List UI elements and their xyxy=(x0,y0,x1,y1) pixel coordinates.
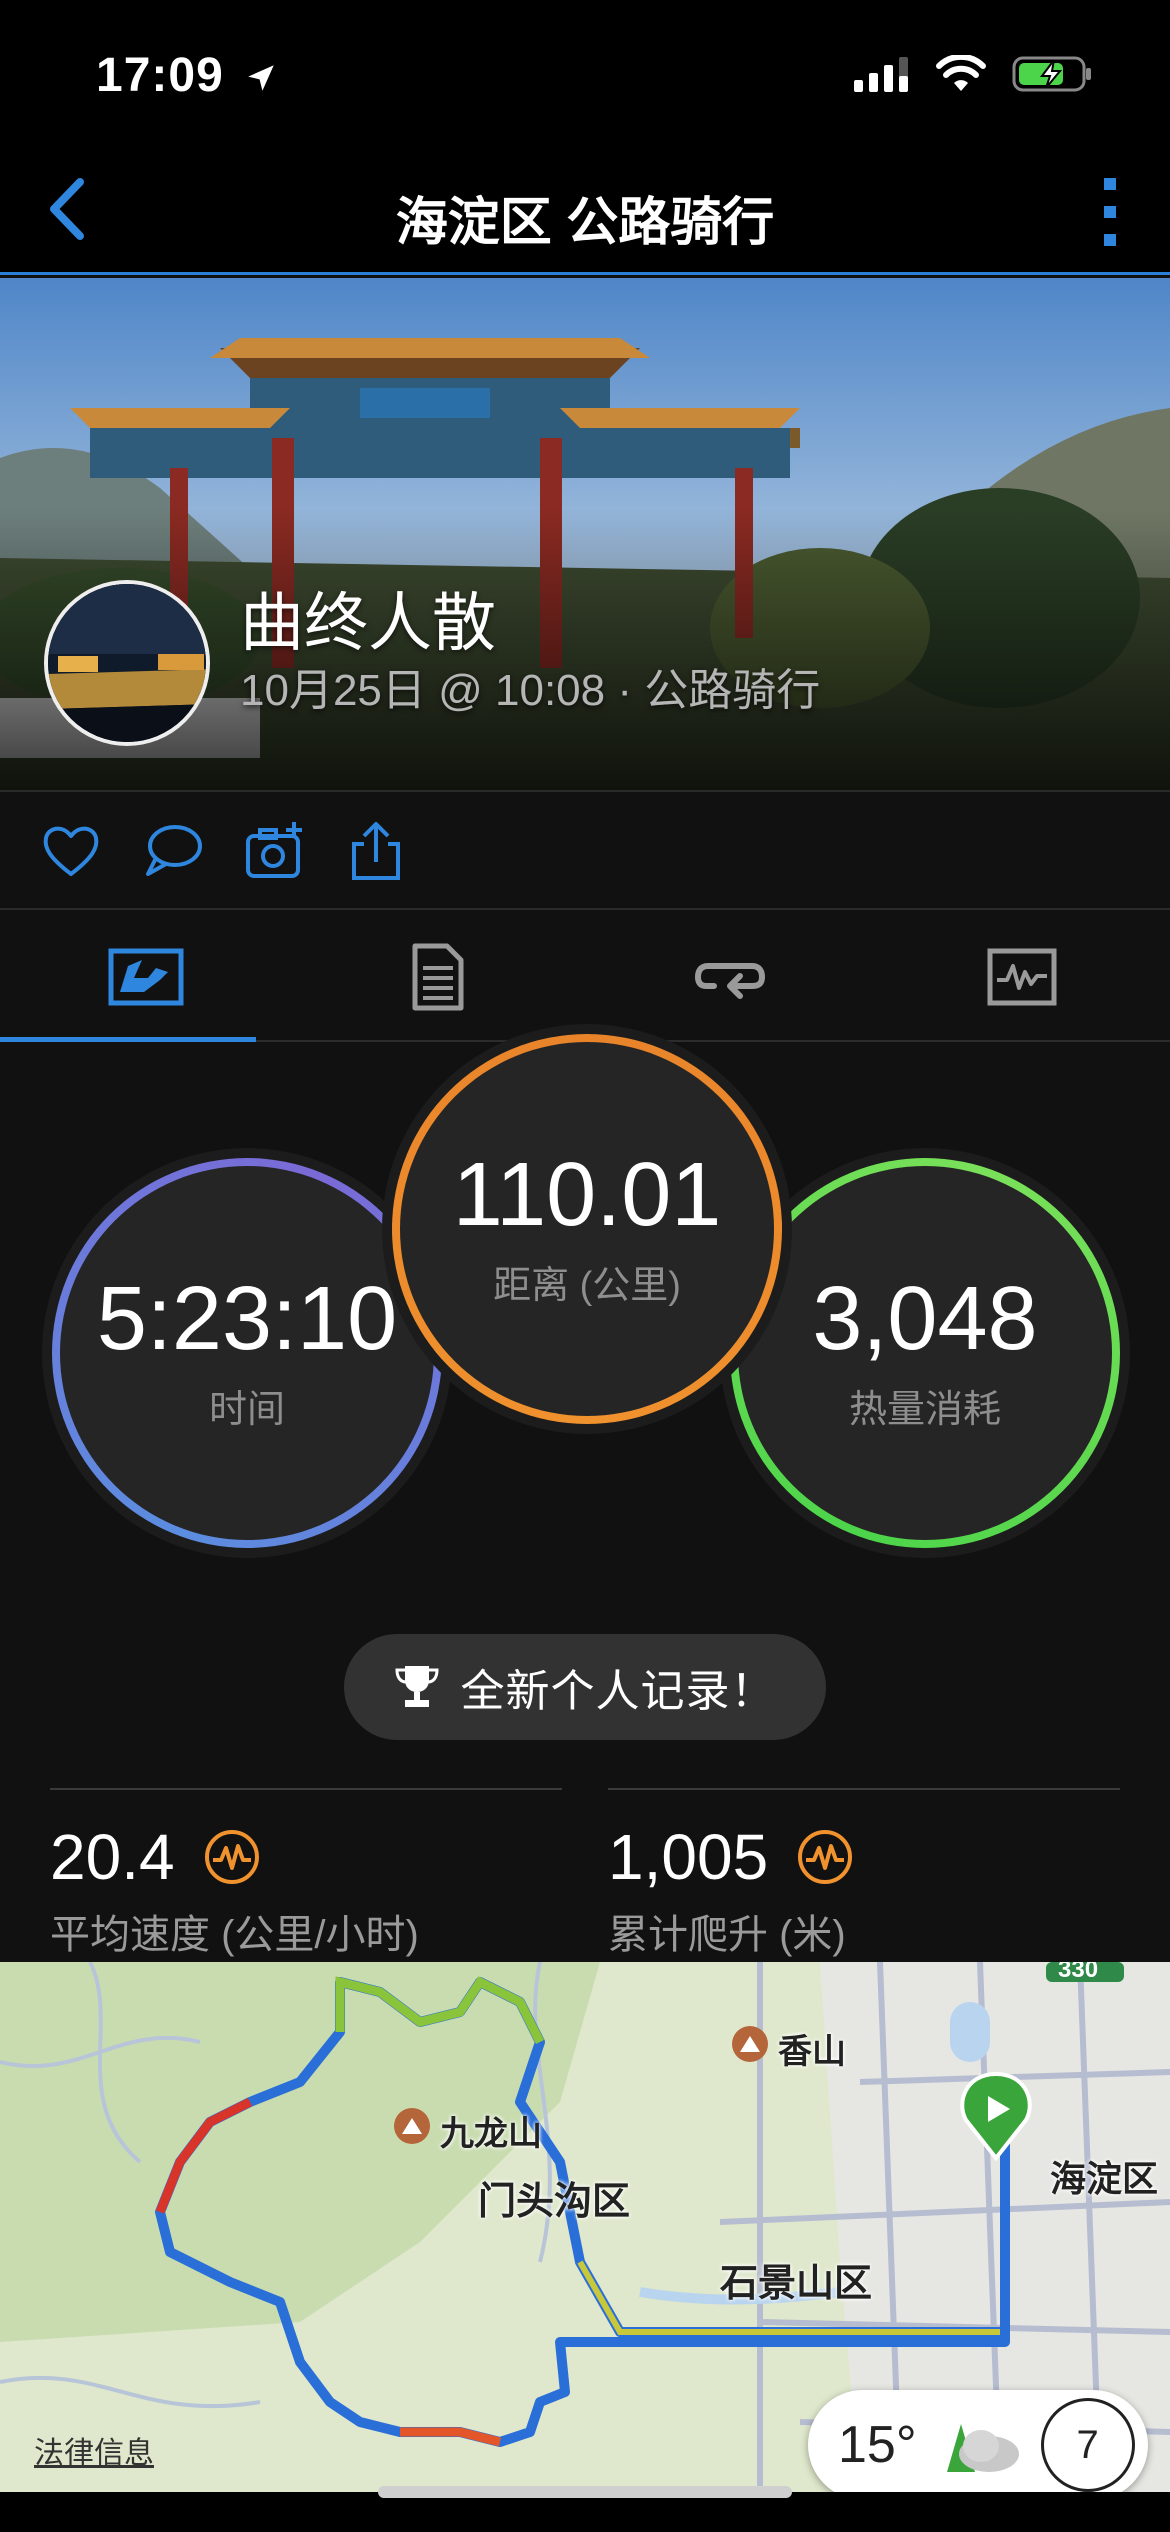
like-heart-icon[interactable] xyxy=(40,820,102,882)
avg-speed-metric[interactable]: 20.4 平均速度 (公里/小时) xyxy=(50,1788,562,1960)
map-label-shijingshan: 石景山区 xyxy=(720,2263,873,2305)
time-stat: 5:23:10 时间 xyxy=(60,1166,434,1540)
distance-stat-ring[interactable]: 110.01 距离 (公里) xyxy=(392,1034,782,1424)
home-indicator[interactable] xyxy=(378,2486,792,2498)
route-map[interactable]: 香山 九龙山 门头沟区 石景山区 海淀区 330 法律信息 15° 7 xyxy=(0,1962,1170,2492)
nav-bar: 海淀区 公路骑行 xyxy=(0,150,1170,275)
tab-details[interactable] xyxy=(292,912,584,1042)
avg-speed-value: 20.4 xyxy=(50,1821,175,1893)
tab-overview[interactable] xyxy=(0,912,292,1042)
distance-value: 110.01 xyxy=(452,1144,722,1245)
activity-meta: 10月25日 @ 10:08 · 公路骑行 xyxy=(240,666,821,715)
more-vertical-icon[interactable] xyxy=(1090,174,1130,250)
distance-label: 距离 (公里) xyxy=(493,1264,681,1307)
activity-name[interactable]: 曲终人散 xyxy=(240,572,496,664)
weather-badge[interactable]: 15° 7 xyxy=(808,2390,1148,2492)
calories-label: 热量消耗 xyxy=(848,1388,1001,1431)
personal-record-label: 全新个人记录！ xyxy=(460,1667,776,1716)
status-icons xyxy=(854,54,1094,94)
overview-icon xyxy=(108,948,184,1006)
connect-iq-badge-icon xyxy=(798,1830,853,1884)
elevation-gain-label: 累计爬升 (米) xyxy=(608,1913,846,1957)
calories-stat-ring[interactable]: 3,048 热量消耗 xyxy=(730,1158,1120,1548)
page-title: 海淀区 公路骑行 xyxy=(395,194,775,252)
connect-iq-badge-icon xyxy=(204,1830,259,1884)
weather-badge-number: 7 xyxy=(1076,2422,1099,2467)
weather-temperature: 15° xyxy=(838,2416,917,2474)
elevation-gain-metric[interactable]: 1,005 累计爬升 (米) xyxy=(608,1788,1120,1960)
time-label: 时间 xyxy=(208,1388,285,1431)
weather-badge-circle: 7 xyxy=(1040,2398,1135,2492)
location-arrow-icon xyxy=(248,65,274,91)
legal-info-link[interactable]: 法律信息 xyxy=(34,2428,154,2472)
details-document-icon xyxy=(412,943,464,1011)
comment-icon[interactable] xyxy=(142,820,204,882)
status-bar: 17:09 xyxy=(0,0,1170,150)
map-label-xiangshan: 香山 xyxy=(778,2033,846,2071)
status-time-text: 17:09 xyxy=(96,49,224,102)
elevation-gain-value: 1,005 xyxy=(608,1821,769,1893)
charts-icon xyxy=(987,948,1057,1006)
map-label-jiulongshan: 九龙山 xyxy=(440,2115,542,2153)
calories-stat: 3,048 热量消耗 xyxy=(738,1166,1112,1540)
activity-summary: 5:23:10 时间 3,048 热量消耗 110.01 距离 (公里) 全新个… xyxy=(0,1034,1170,1962)
map-label-mentougou: 门头沟区 xyxy=(478,2181,631,2223)
distance-stat: 110.01 距离 (公里) xyxy=(400,1042,774,1416)
activity-tabs xyxy=(0,912,1170,1042)
road-badge-number: 330 xyxy=(1058,1962,1099,1983)
wifi-icon xyxy=(936,55,986,91)
tab-laps[interactable] xyxy=(584,912,876,1042)
avatar-photo xyxy=(48,584,206,742)
avatar[interactable] xyxy=(44,580,210,746)
map-label-haidian: 海淀区 xyxy=(1050,2158,1159,2199)
time-value: 5:23:10 xyxy=(96,1268,398,1369)
avg-speed-label: 平均速度 (公里/小时) xyxy=(50,1913,419,1957)
cloudy-weather-icon xyxy=(946,2424,1019,2472)
social-actions xyxy=(0,790,1170,910)
calories-value: 3,048 xyxy=(812,1268,1038,1369)
home-bar xyxy=(0,2492,1170,2532)
status-time: 17:09 xyxy=(96,48,278,103)
cellular-signal-icon xyxy=(854,57,908,92)
battery-charging-icon xyxy=(1012,56,1091,92)
time-stat-ring[interactable]: 5:23:10 时间 xyxy=(52,1158,442,1548)
laps-loop-icon xyxy=(694,963,766,999)
tab-charts[interactable] xyxy=(876,912,1168,1042)
personal-record-button[interactable]: 全新个人记录！ xyxy=(344,1634,826,1740)
add-photo-icon[interactable] xyxy=(244,820,306,882)
share-icon[interactable] xyxy=(346,820,408,882)
trophy-icon xyxy=(394,1666,439,1707)
